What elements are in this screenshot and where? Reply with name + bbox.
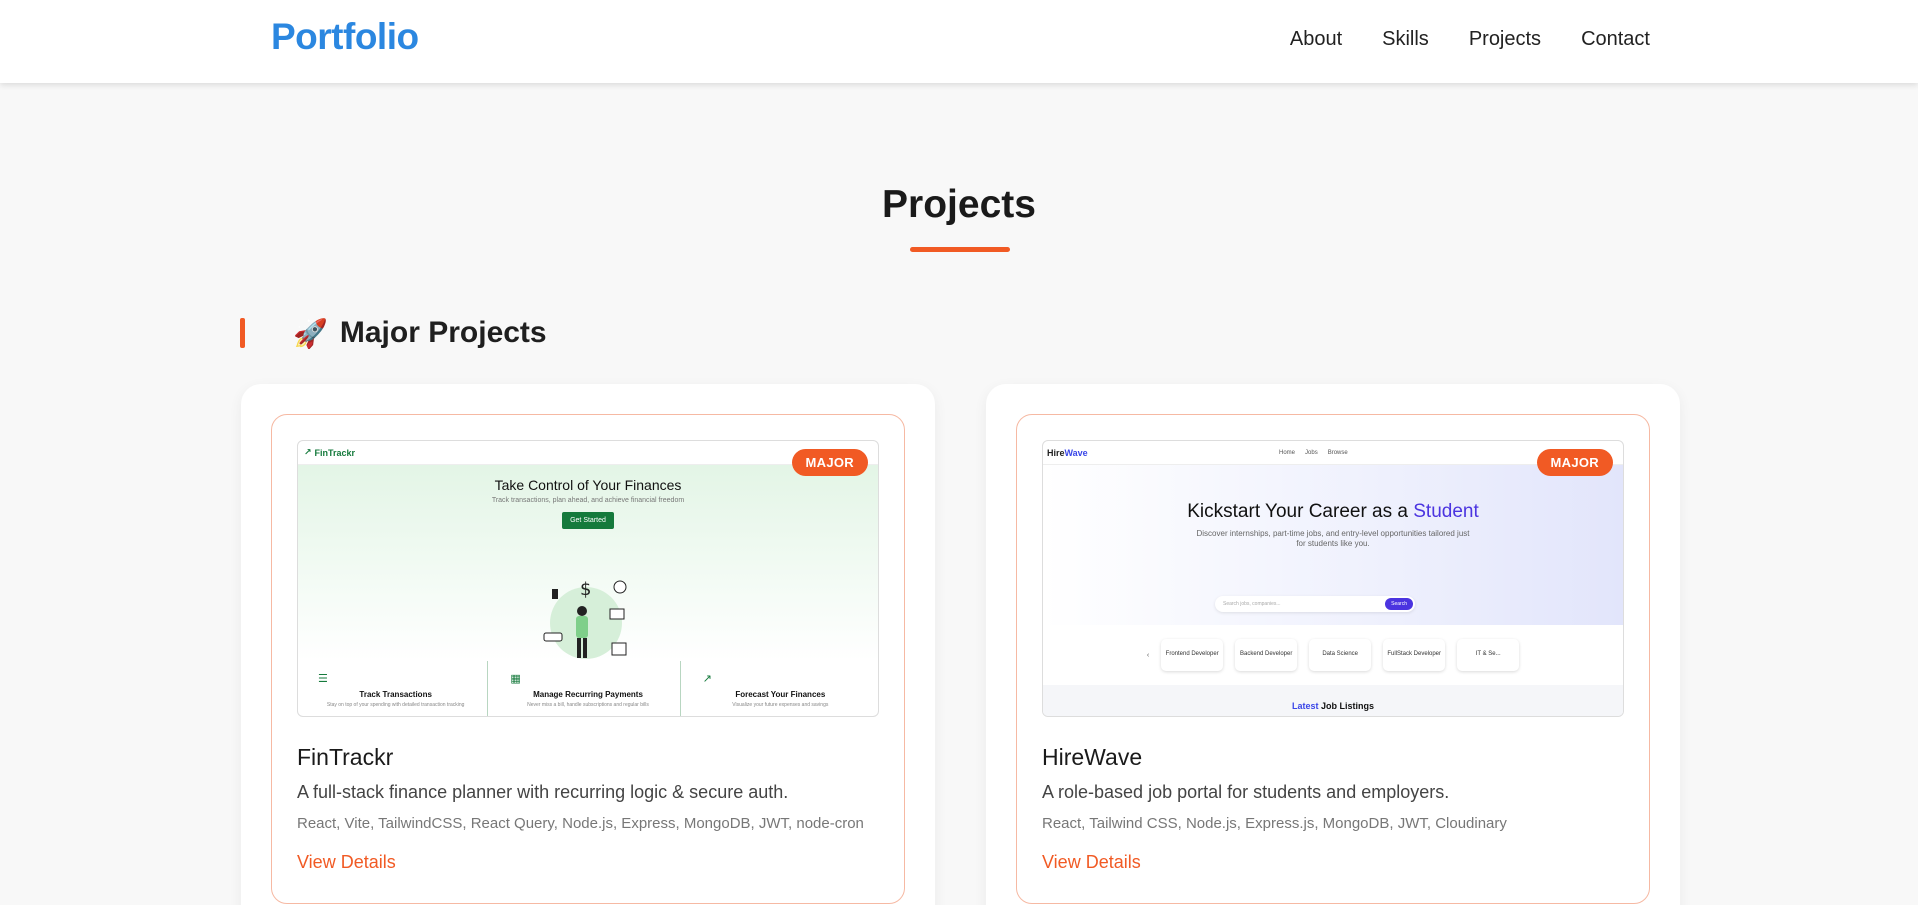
screenshot-category: Backend Developer: [1235, 639, 1297, 671]
screenshot-latest-accent: Latest: [1291, 701, 1319, 711]
project-screenshot: Hire Wave Home Jobs Browse Kickstart Your…: [1042, 440, 1624, 717]
screenshot-navbar: ↗ FinTrackr: [298, 441, 878, 465]
screenshot-hero-title: Take Control of Your Finances: [494, 477, 682, 493]
finance-illustration-icon: $: [543, 579, 627, 659]
screenshot-hero: Take Control of Your Finances Track tran…: [298, 465, 878, 661]
rocket-icon: 🚀: [293, 317, 328, 349]
screenshot-category: FullStack Developer: [1383, 639, 1445, 671]
screenshot-feature: ↗ Forecast Your Finances Visualize your …: [689, 661, 872, 716]
screenshot-feature-text: Never miss a bill, handle subscriptions …: [527, 702, 649, 708]
screenshot-menu-item: Browse: [1327, 449, 1348, 456]
nav-skills[interactable]: Skills: [1382, 28, 1429, 51]
screenshot-brand-part: Hire: [1047, 447, 1065, 458]
subheading-label: Major Projects: [339, 316, 547, 349]
screenshot-latest-rest: Job Listings: [1321, 701, 1375, 711]
fintrackr-logo-icon: ↗: [304, 447, 312, 457]
chart-line-icon: ↗: [702, 673, 712, 685]
screenshot-category: IT & Se...: [1457, 639, 1519, 671]
screenshot-hero-subtitle: Discover internships, part-time jobs, an…: [1196, 529, 1470, 548]
screenshot-cta-button: Get Started: [562, 512, 614, 529]
subheading-accent-bar: [240, 318, 245, 348]
svg-text:$: $: [580, 579, 591, 600]
screenshot-hero-title: Kickstart Your Career as a Student: [1043, 465, 1623, 523]
project-card: Hire Wave Home Jobs Browse Kickstart Your…: [986, 384, 1680, 905]
project-screenshot: ↗ FinTrackr Take Control of Your Finance…: [297, 440, 879, 717]
screenshot-latest-heading: Latest Job Listings: [1043, 685, 1623, 716]
chevron-left-icon: ‹: [1146, 651, 1150, 659]
screenshot-category: Frontend Developer: [1161, 639, 1223, 671]
nav-about[interactable]: About: [1290, 28, 1342, 51]
project-tech-stack: React, Vite, TailwindCSS, React Query, N…: [297, 815, 864, 832]
screenshot-brand: FinTrackr: [314, 447, 356, 458]
screenshot-feature: ☰ Track Transactions Stay on top of your…: [304, 661, 489, 716]
screenshot-hero-subtitle: Track transactions, plan ahead, and achi…: [491, 497, 685, 504]
view-details-link[interactable]: View Details: [297, 852, 396, 873]
page-title: Projects: [882, 183, 1036, 226]
calendar-icon: ▦: [510, 673, 521, 685]
list-icon: ☰: [318, 673, 328, 685]
screenshot-category: Data Science: [1309, 639, 1371, 671]
screenshot-feature-title: Forecast Your Finances: [735, 690, 826, 699]
screenshot-menu-item: Home: [1279, 449, 1296, 456]
screenshot-search-placeholder: Search jobs, companies...: [1223, 601, 1281, 607]
screenshot-hero: Kickstart Your Career as a Student Disco…: [1043, 465, 1623, 625]
main-nav: About Skills Projects Contact: [1290, 28, 1650, 51]
nav-projects[interactable]: Projects: [1469, 28, 1541, 51]
screenshot-menu: Home Jobs Browse: [1279, 450, 1348, 456]
project-card-inner: ↗ FinTrackr Take Control of Your Finance…: [271, 414, 905, 904]
project-card-inner: Hire Wave Home Jobs Browse Kickstart Your…: [1016, 414, 1650, 904]
screenshot-hero-title-accent: Student: [1413, 501, 1479, 522]
project-name: FinTrackr: [297, 744, 394, 770]
screenshot-categories: ‹ Frontend Developer Backend Developer D…: [1043, 625, 1623, 685]
subheading: 🚀 Major Projects: [293, 316, 547, 350]
project-name: HireWave: [1042, 744, 1143, 770]
screenshot-search-button: Search: [1385, 598, 1413, 610]
screenshot-hero-title-prefix: Kickstart Your Career as a: [1187, 501, 1408, 522]
screenshot-navbar: Hire Wave Home Jobs Browse: [1043, 441, 1623, 465]
screenshot-feature-text: Visualize your future expenses and savin…: [732, 702, 829, 708]
screenshot-feature: ▦ Manage Recurring Payments Never miss a…: [496, 661, 681, 716]
screenshot-menu-item: Jobs: [1305, 449, 1318, 456]
screenshot-brand-accent: Wave: [1064, 447, 1088, 458]
title-underline: [910, 247, 1010, 252]
site-logo[interactable]: Portfolio: [271, 16, 419, 58]
screenshot-feature-title: Track Transactions: [359, 690, 432, 699]
screenshot-feature-text: Stay on top of your spending with detail…: [326, 702, 465, 708]
major-badge: MAJOR: [1536, 449, 1613, 476]
screenshot-search-input: Search jobs, companies... Search: [1215, 596, 1415, 612]
nav-contact[interactable]: Contact: [1581, 28, 1650, 51]
site-header: Portfolio About Skills Projects Contact: [0, 0, 1918, 83]
screenshot-feature-title: Manage Recurring Payments: [533, 690, 643, 699]
project-card: ↗ FinTrackr Take Control of Your Finance…: [241, 384, 935, 905]
project-description: A full-stack finance planner with recurr…: [297, 782, 789, 802]
screenshot-features: ☰ Track Transactions Stay on top of your…: [298, 661, 878, 716]
project-description: A role-based job portal for students and…: [1042, 782, 1450, 802]
major-badge: MAJOR: [791, 449, 868, 476]
project-tech-stack: React, Tailwind CSS, Node.js, Express.js…: [1042, 815, 1507, 832]
view-details-link[interactable]: View Details: [1042, 852, 1141, 873]
